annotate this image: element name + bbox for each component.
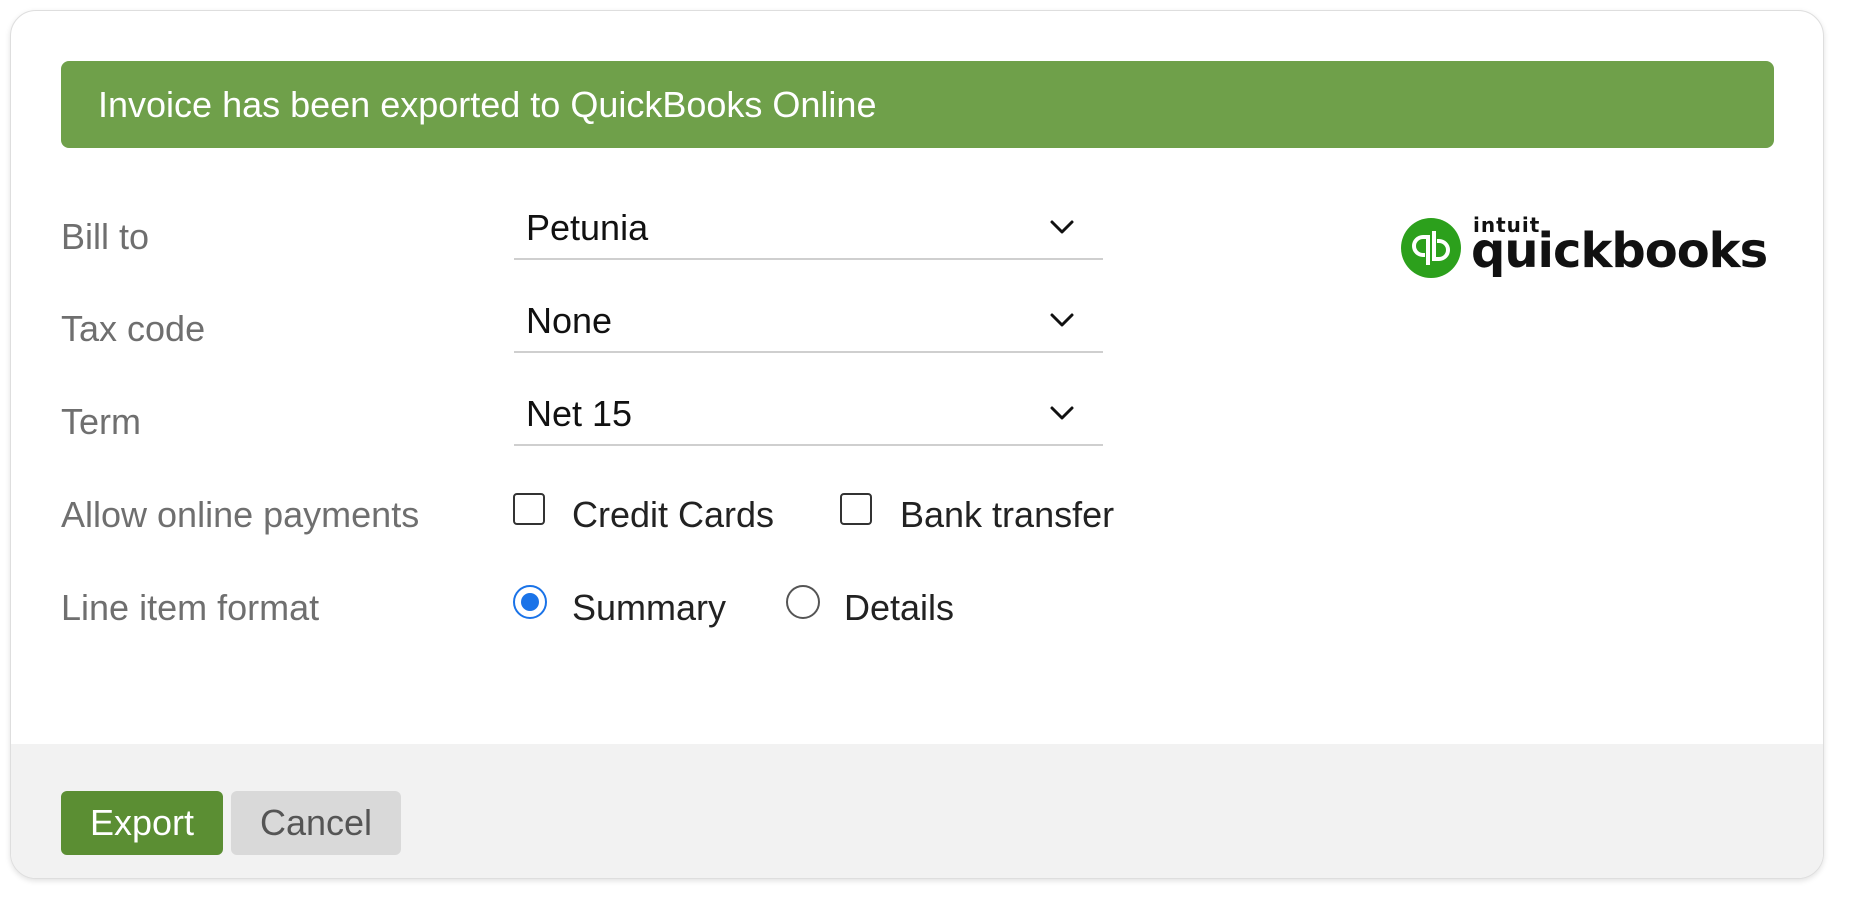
credit-cards-checkbox[interactable]	[513, 493, 545, 525]
export-dialog: Invoice has been exported to QuickBooks …	[10, 10, 1824, 879]
cancel-button[interactable]: Cancel	[231, 791, 401, 855]
chevron-down-icon	[1050, 220, 1074, 234]
bank-transfer-checkbox[interactable]	[840, 493, 872, 525]
summary-option[interactable]: Summary	[513, 584, 753, 628]
bill-to-select[interactable]: Petunia	[514, 206, 1103, 260]
quickbooks-wordmark: quickbooks	[1471, 223, 1768, 279]
bill-to-value: Petunia	[526, 207, 649, 248]
chevron-down-icon	[1050, 406, 1074, 420]
success-message: Invoice has been exported to QuickBooks …	[98, 84, 877, 125]
summary-radio[interactable]	[513, 585, 547, 619]
bank-transfer-option[interactable]: Bank transfer	[840, 491, 1160, 535]
tax-code-label: Tax code	[61, 308, 206, 349]
success-banner: Invoice has been exported to QuickBooks …	[61, 61, 1774, 148]
details-radio[interactable]	[786, 585, 820, 619]
details-label: Details	[844, 587, 955, 628]
summary-label: Summary	[572, 587, 727, 628]
chevron-down-icon	[1050, 313, 1074, 327]
bank-transfer-label: Bank transfer	[900, 494, 1115, 535]
line-item-format-label: Line item format	[61, 587, 320, 628]
credit-cards-label: Credit Cards	[572, 494, 775, 535]
term-value: Net 15	[526, 393, 633, 434]
term-label: Term	[61, 401, 141, 442]
details-option[interactable]: Details	[786, 584, 1006, 628]
online-payments-label: Allow online payments	[61, 494, 420, 535]
tax-code-value: None	[526, 300, 613, 341]
bill-to-label: Bill to	[61, 216, 150, 257]
term-select[interactable]: Net 15	[514, 392, 1103, 446]
credit-cards-option[interactable]: Credit Cards	[513, 491, 813, 535]
export-button[interactable]: Export	[61, 791, 223, 855]
dialog-footer: Export Cancel	[11, 744, 1823, 878]
tax-code-select[interactable]: None	[514, 299, 1103, 353]
quickbooks-logo: intuit quickbooks	[1401, 211, 1771, 291]
